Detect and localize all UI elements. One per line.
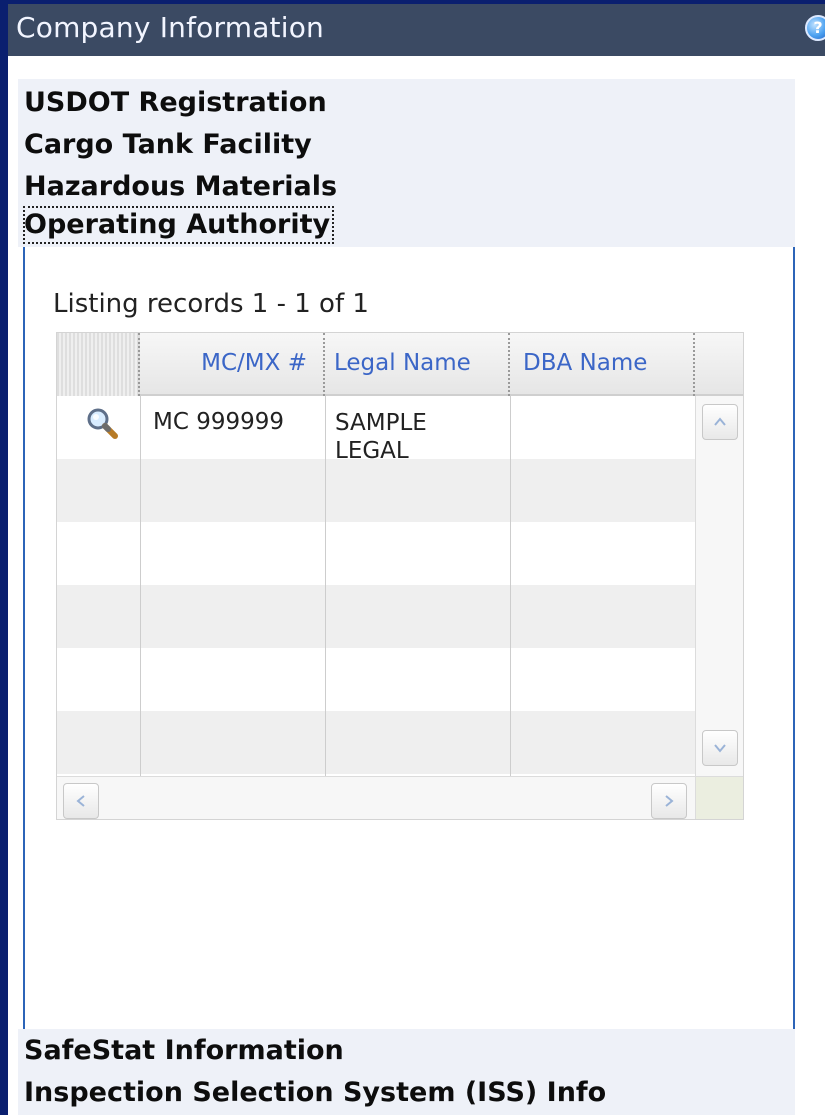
table-row: [57, 459, 695, 522]
scroll-left-button[interactable]: [63, 783, 99, 819]
chevron-down-icon: [714, 744, 726, 753]
horizontal-scrollbar[interactable]: [57, 776, 695, 819]
chevron-up-icon: [714, 417, 726, 426]
chevron-right-icon: [665, 795, 674, 807]
column-divider: [140, 396, 141, 776]
column-header-select[interactable]: [57, 333, 140, 396]
company-information-window: Company Information ? USDOT Registration…: [0, 0, 825, 1115]
menu-item-operating-authority[interactable]: Operating Authority: [22, 206, 335, 244]
scroll-down-button[interactable]: [702, 730, 738, 766]
scroll-right-button[interactable]: [651, 783, 687, 819]
scrollbar-corner: [695, 776, 743, 819]
chevron-left-icon: [76, 795, 85, 807]
column-header-dba-name[interactable]: DBA Name: [510, 333, 695, 396]
vertical-scrollbar[interactable]: [695, 396, 743, 776]
bottom-menu: SafeStat Information Inspection Selectio…: [18, 1029, 795, 1115]
operating-authority-panel: Listing records 1 - 1 of 1 MC/MX # Legal…: [23, 247, 795, 1029]
grid-body: MC 999999 SAMPLE LEGAL: [57, 396, 695, 776]
help-icon[interactable]: ?: [805, 15, 825, 41]
title-bar: Company Information ?: [8, 4, 825, 56]
table-row: [57, 585, 695, 648]
table-row: [57, 522, 695, 585]
mc-mx-number: MC 999999: [153, 409, 285, 435]
table-row: [57, 648, 695, 711]
column-header-mc-mx[interactable]: MC/MX #: [140, 333, 325, 396]
listing-records-text: Listing records 1 - 1 of 1: [53, 289, 369, 319]
company-menu: USDOT Registration Cargo Tank Facility H…: [18, 79, 795, 247]
menu-item-iss-info[interactable]: Inspection Selection System (ISS) Info: [24, 1075, 606, 1111]
window-title: Company Information: [16, 11, 324, 44]
menu-item-hazardous-materials[interactable]: Hazardous Materials: [24, 169, 337, 205]
operating-authority-grid: MC/MX # Legal Name DBA Name MC 999999 SA…: [56, 332, 744, 820]
grid-header: MC/MX # Legal Name DBA Name: [57, 333, 743, 396]
table-row: [57, 711, 695, 774]
table-row[interactable]: MC 999999 SAMPLE LEGAL: [57, 396, 695, 459]
menu-item-cargo-tank-facility[interactable]: Cargo Tank Facility: [24, 127, 312, 163]
magnifier-icon[interactable]: [85, 406, 119, 440]
legal-name: SAMPLE LEGAL: [335, 410, 427, 459]
column-divider: [325, 396, 326, 776]
menu-item-usdot-registration[interactable]: USDOT Registration: [24, 85, 327, 121]
column-divider: [510, 396, 511, 776]
scroll-up-button[interactable]: [702, 404, 738, 440]
column-header-legal-name[interactable]: Legal Name: [325, 333, 510, 396]
menu-item-safestat-information[interactable]: SafeStat Information: [24, 1033, 344, 1069]
